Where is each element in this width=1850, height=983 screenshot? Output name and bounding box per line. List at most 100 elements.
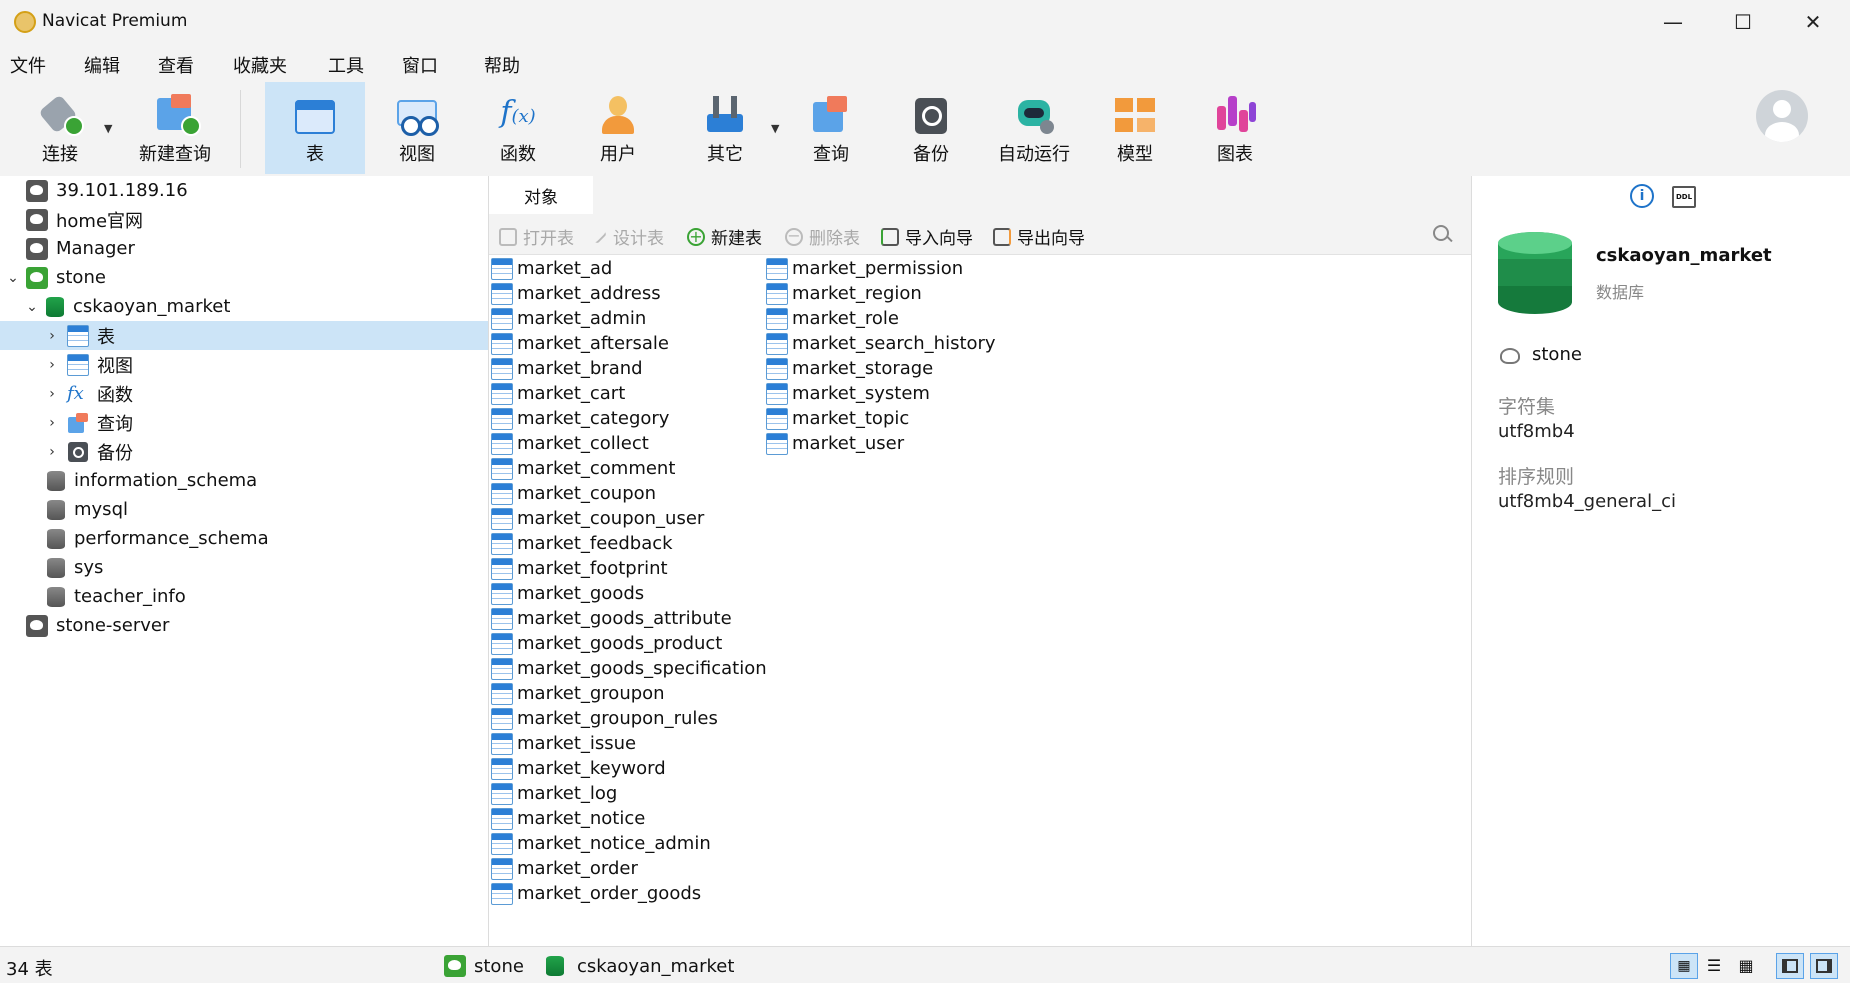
table-item[interactable]: market_topic <box>766 406 909 431</box>
import-wizard-button[interactable]: 导入向导 <box>881 224 973 249</box>
user-button[interactable]: 用户 <box>573 82 663 174</box>
tree-connection[interactable]: Manager <box>0 234 488 263</box>
table-item[interactable]: market_comment <box>491 456 675 481</box>
chevron-right-icon[interactable]: › <box>45 415 59 431</box>
export-wizard-button[interactable]: 导出向导 <box>993 224 1085 249</box>
design-table-button[interactable]: 设计表 <box>592 224 664 249</box>
table-item[interactable]: market_brand <box>491 356 643 381</box>
table-item[interactable]: market_notice <box>491 806 645 831</box>
function-button[interactable]: f(x) 函数 <box>473 82 563 174</box>
table-item[interactable]: market_groupon_rules <box>491 706 718 731</box>
menu-help[interactable]: 帮助 <box>484 52 520 78</box>
chevron-right-icon[interactable]: › <box>45 444 59 460</box>
table-item[interactable]: market_groupon <box>491 681 665 706</box>
tab-objects[interactable]: 对象 <box>489 176 593 214</box>
table-item[interactable]: market_goods <box>491 581 644 606</box>
chevron-down-icon[interactable]: ⌄ <box>25 299 39 315</box>
tree-node-queries[interactable]: › 查询 <box>0 408 488 437</box>
table-item[interactable]: market_category <box>491 406 669 431</box>
er-view-icon[interactable]: ▦ <box>1732 953 1760 979</box>
info-icon[interactable]: i <box>1630 184 1654 208</box>
table-item[interactable]: market_permission <box>766 256 963 281</box>
table-item[interactable]: market_order_goods <box>491 881 701 906</box>
list-view-icon[interactable]: ▦ <box>1670 953 1698 979</box>
menu-favorites[interactable]: 收藏夹 <box>233 52 287 78</box>
table-item[interactable]: market_search_history <box>766 331 996 356</box>
table-button[interactable]: 表 <box>265 82 365 174</box>
auto-run-button[interactable]: 自动运行 <box>984 82 1084 174</box>
table-item[interactable]: market_address <box>491 281 661 306</box>
tree-connection[interactable]: home官网 <box>0 205 488 234</box>
tree-database-open[interactable]: ⌄ cskaoyan_market <box>0 292 488 321</box>
detail-view-icon[interactable]: ☰ <box>1700 953 1728 979</box>
table-item[interactable]: market_goods_attribute <box>491 606 732 631</box>
tree-node-functions[interactable]: › fx 函数 <box>0 379 488 408</box>
account-avatar[interactable] <box>1756 90 1808 142</box>
chevron-right-icon[interactable]: › <box>45 328 59 344</box>
table-item[interactable]: market_issue <box>491 731 636 756</box>
chevron-down-icon[interactable]: ⌄ <box>6 270 20 286</box>
table-item[interactable]: market_footprint <box>491 556 668 581</box>
connect-button[interactable]: 连接 <box>18 82 102 174</box>
tree-connection-open[interactable]: ⌄ stone <box>0 263 488 292</box>
table-item[interactable]: market_admin <box>491 306 646 331</box>
table-item[interactable]: market_storage <box>766 356 933 381</box>
query-button[interactable]: 查询 <box>786 82 876 174</box>
tree-database[interactable]: information_schema <box>0 466 488 495</box>
menu-window[interactable]: 窗口 <box>402 52 438 78</box>
other-dropdown-icon[interactable]: ▼ <box>771 122 779 135</box>
table-item[interactable]: market_coupon_user <box>491 506 704 531</box>
minimize-button[interactable]: — <box>1638 0 1708 44</box>
table-item[interactable]: market_notice_admin <box>491 831 711 856</box>
chevron-right-icon[interactable]: › <box>45 357 59 373</box>
new-query-button[interactable]: 新建查询 <box>120 82 230 174</box>
table-item[interactable]: market_user <box>766 431 904 456</box>
table-icon <box>491 882 513 905</box>
table-item[interactable]: market_collect <box>491 431 649 456</box>
toggle-nav-pane-icon[interactable] <box>1776 953 1804 979</box>
table-item[interactable]: market_keyword <box>491 756 666 781</box>
tree-database[interactable]: mysql <box>0 495 488 524</box>
connect-dropdown-icon[interactable]: ▼ <box>104 122 112 135</box>
model-button[interactable]: 模型 <box>1090 82 1180 174</box>
table-item[interactable]: market_system <box>766 381 930 406</box>
close-button[interactable]: ✕ <box>1778 0 1848 44</box>
tree-connection[interactable]: 39.101.189.16 <box>0 176 488 205</box>
chart-button[interactable]: 图表 <box>1190 82 1280 174</box>
table-item[interactable]: market_cart <box>491 381 625 406</box>
search-icon[interactable] <box>1433 225 1453 243</box>
menu-edit[interactable]: 编辑 <box>84 52 120 78</box>
toolbar-separator <box>240 90 241 168</box>
maximize-button[interactable]: ☐ <box>1708 0 1778 44</box>
delete-table-button[interactable]: − 删除表 <box>785 224 860 249</box>
table-item[interactable]: market_log <box>491 781 617 806</box>
tree-connection[interactable]: stone-server <box>0 611 488 640</box>
tree-database[interactable]: sys <box>0 553 488 582</box>
menu-tools[interactable]: 工具 <box>328 52 364 78</box>
ddl-icon[interactable]: DDL <box>1672 186 1696 208</box>
tree-node-backups[interactable]: › 备份 <box>0 437 488 466</box>
tree-node-views[interactable]: › 视图 <box>0 350 488 379</box>
table-icon <box>766 357 788 380</box>
table-item[interactable]: market_role <box>766 306 899 331</box>
tree-node-tables[interactable]: › 表 <box>0 321 488 350</box>
view-button[interactable]: 视图 <box>372 82 462 174</box>
table-item[interactable]: market_region <box>766 281 922 306</box>
table-item[interactable]: market_aftersale <box>491 331 669 356</box>
table-item[interactable]: market_ad <box>491 256 612 281</box>
tree-database[interactable]: performance_schema <box>0 524 488 553</box>
new-table-button[interactable]: + 新建表 <box>687 224 762 249</box>
backup-button[interactable]: 备份 <box>886 82 976 174</box>
menu-view[interactable]: 查看 <box>158 52 194 78</box>
table-item[interactable]: market_goods_product <box>491 631 722 656</box>
toggle-info-pane-icon[interactable] <box>1810 953 1838 979</box>
table-item[interactable]: market_coupon <box>491 481 656 506</box>
table-item[interactable]: market_feedback <box>491 531 673 556</box>
other-button[interactable]: 其它 <box>680 82 770 174</box>
table-item[interactable]: market_order <box>491 856 638 881</box>
menu-file[interactable]: 文件 <box>10 52 46 78</box>
tree-database[interactable]: teacher_info <box>0 582 488 611</box>
chevron-right-icon[interactable]: › <box>45 386 59 402</box>
table-item[interactable]: market_goods_specification <box>491 656 767 681</box>
open-table-button[interactable]: 打开表 <box>499 224 574 249</box>
